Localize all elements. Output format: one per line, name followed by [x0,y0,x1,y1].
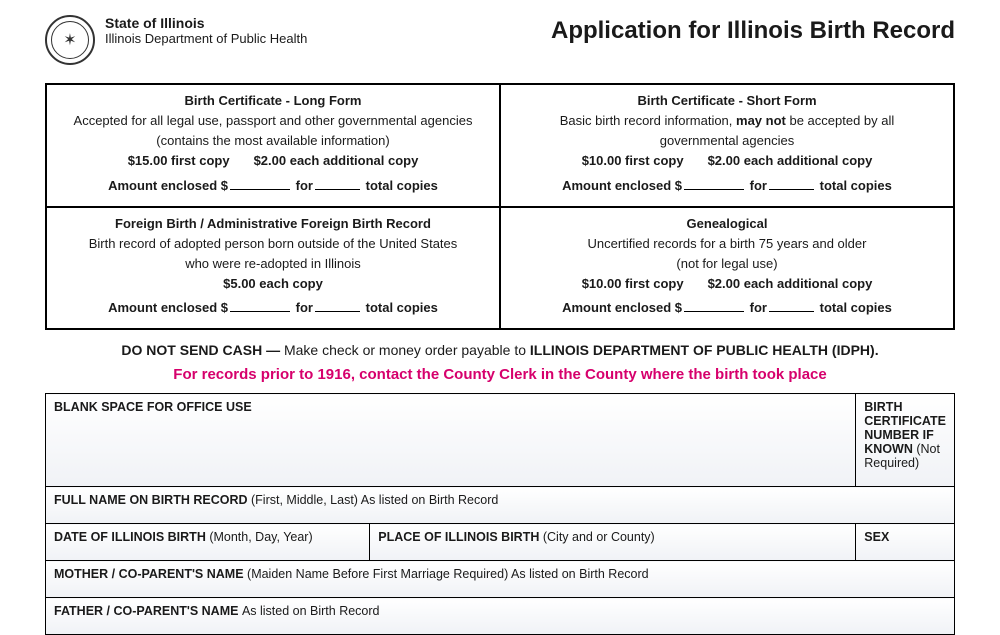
option-title: Foreign Birth / Administrative Foreign B… [57,214,489,234]
price-additional: $2.00 each additional copy [708,276,873,291]
price-additional: $2.00 each additional copy [708,153,873,168]
option-long-form: Birth Certificate - Long Form Accepted f… [46,84,500,207]
amount-enclosed-input[interactable] [684,177,744,190]
label-full-name: FULL NAME ON BIRTH RECORD [54,493,251,507]
price-first: $10.00 first copy [582,153,684,168]
label-place-note: (City and or County) [543,530,655,544]
amount-enclosed-input[interactable] [230,299,290,312]
option-desc-line1: Accepted for all legal use, passport and… [57,111,489,131]
option-genealogical: Genealogical Uncertified records for a b… [500,207,954,330]
label-sex: SEX [864,530,889,544]
amount-mid: for [750,300,767,315]
amount-mid: for [296,300,313,315]
price-additional: $2.00 each additional copy [254,153,419,168]
no-cash-text: Make check or money order payable to [280,342,530,358]
option-foreign-birth: Foreign Birth / Administrative Foreign B… [46,207,500,330]
label-place: PLACE OF ILLINOIS BIRTH [378,530,543,544]
total-copies-input[interactable] [315,299,360,312]
amount-suffix: total copies [820,300,892,315]
no-cash-bold: DO NOT SEND CASH — [121,342,280,358]
total-copies-input[interactable] [769,299,814,312]
amount-enclosed-input[interactable] [230,177,290,190]
option-title: Genealogical [511,214,943,234]
amount-line: Amount enclosed $ for total copies [57,298,489,318]
state-text: State of Illinois Illinois Department of… [105,15,307,46]
price-first: $15.00 first copy [128,153,230,168]
no-cash-notice: DO NOT SEND CASH — Make check or money o… [45,342,955,358]
field-sex[interactable]: SEX [856,524,955,561]
total-copies-input[interactable] [769,177,814,190]
pricing-options-grid: Birth Certificate - Long Form Accepted f… [45,83,955,330]
label-mother: MOTHER / CO-PARENT'S NAME [54,567,247,581]
price-each: $5.00 each copy [223,276,323,291]
label-mother-note: (Maiden Name Before First Marriage Requi… [247,567,649,581]
option-desc-line1: Birth record of adopted person born outs… [57,234,489,254]
amount-prefix: Amount enclosed $ [108,178,228,193]
option-pricing: $10.00 first copy $2.00 each additional c… [511,151,943,171]
prior-1916-notice: For records prior to 1916, contact the C… [45,366,955,383]
option-desc-line2: (not for legal use) [511,254,943,274]
payee-name: ILLINOIS DEPARTMENT OF PUBLIC HEALTH (ID… [530,342,879,358]
document-title: Application for Illinois Birth Record [551,15,955,45]
field-office-use[interactable]: BLANK SPACE FOR OFFICE USE [46,394,856,487]
amount-mid: for [750,178,767,193]
option-desc-line1: Basic birth record information, may not … [511,111,943,131]
price-first: $10.00 first copy [582,276,684,291]
amount-suffix: total copies [366,300,438,315]
field-mother-name[interactable]: MOTHER / CO-PARENT'S NAME (Maiden Name B… [46,561,955,598]
applicant-form-table: BLANK SPACE FOR OFFICE USE BIRTH CERTIFI… [45,393,955,635]
amount-line: Amount enclosed $ for total copies [57,176,489,196]
label-office-use: BLANK SPACE FOR OFFICE USE [54,400,252,414]
field-full-name[interactable]: FULL NAME ON BIRTH RECORD (First, Middle… [46,487,955,524]
option-desc-line1: Uncertified records for a birth 75 years… [511,234,943,254]
field-cert-number[interactable]: BIRTH CERTIFICATE NUMBER IF KNOWN (Not R… [856,394,955,487]
amount-line: Amount enclosed $ for total copies [511,176,943,196]
field-place-of-birth[interactable]: PLACE OF ILLINOIS BIRTH (City and or Cou… [370,524,856,561]
field-date-of-birth[interactable]: DATE OF ILLINOIS BIRTH (Month, Day, Year… [46,524,370,561]
header-left: State of Illinois Illinois Department of… [45,15,307,65]
field-father-name[interactable]: FATHER / CO-PARENT'S NAME As listed on B… [46,598,955,635]
option-title: Birth Certificate - Long Form [57,91,489,111]
amount-prefix: Amount enclosed $ [108,300,228,315]
amount-prefix: Amount enclosed $ [562,300,682,315]
option-title: Birth Certificate - Short Form [511,91,943,111]
department-name: Illinois Department of Public Health [105,31,307,46]
amount-line: Amount enclosed $ for total copies [511,298,943,318]
amount-prefix: Amount enclosed $ [562,178,682,193]
option-desc-line2: (contains the most available information… [57,131,489,151]
amount-enclosed-input[interactable] [684,299,744,312]
option-pricing: $10.00 first copy $2.00 each additional c… [511,274,943,294]
label-father-note: As listed on Birth Record [242,604,380,618]
option-short-form: Birth Certificate - Short Form Basic bir… [500,84,954,207]
amount-suffix: total copies [366,178,438,193]
label-dob-note: (Month, Day, Year) [209,530,312,544]
option-desc-line2: who were re-adopted in Illinois [57,254,489,274]
state-name: State of Illinois [105,15,307,31]
option-pricing: $5.00 each copy [57,274,489,294]
label-dob: DATE OF ILLINOIS BIRTH [54,530,209,544]
amount-mid: for [296,178,313,193]
label-full-name-note: (First, Middle, Last) As listed on Birth… [251,493,498,507]
label-father: FATHER / CO-PARENT'S NAME [54,604,242,618]
document-header: State of Illinois Illinois Department of… [45,15,955,65]
option-pricing: $15.00 first copy $2.00 each additional c… [57,151,489,171]
total-copies-input[interactable] [315,177,360,190]
state-seal-icon [45,15,95,65]
amount-suffix: total copies [820,178,892,193]
option-desc-line2: governmental agencies [511,131,943,151]
